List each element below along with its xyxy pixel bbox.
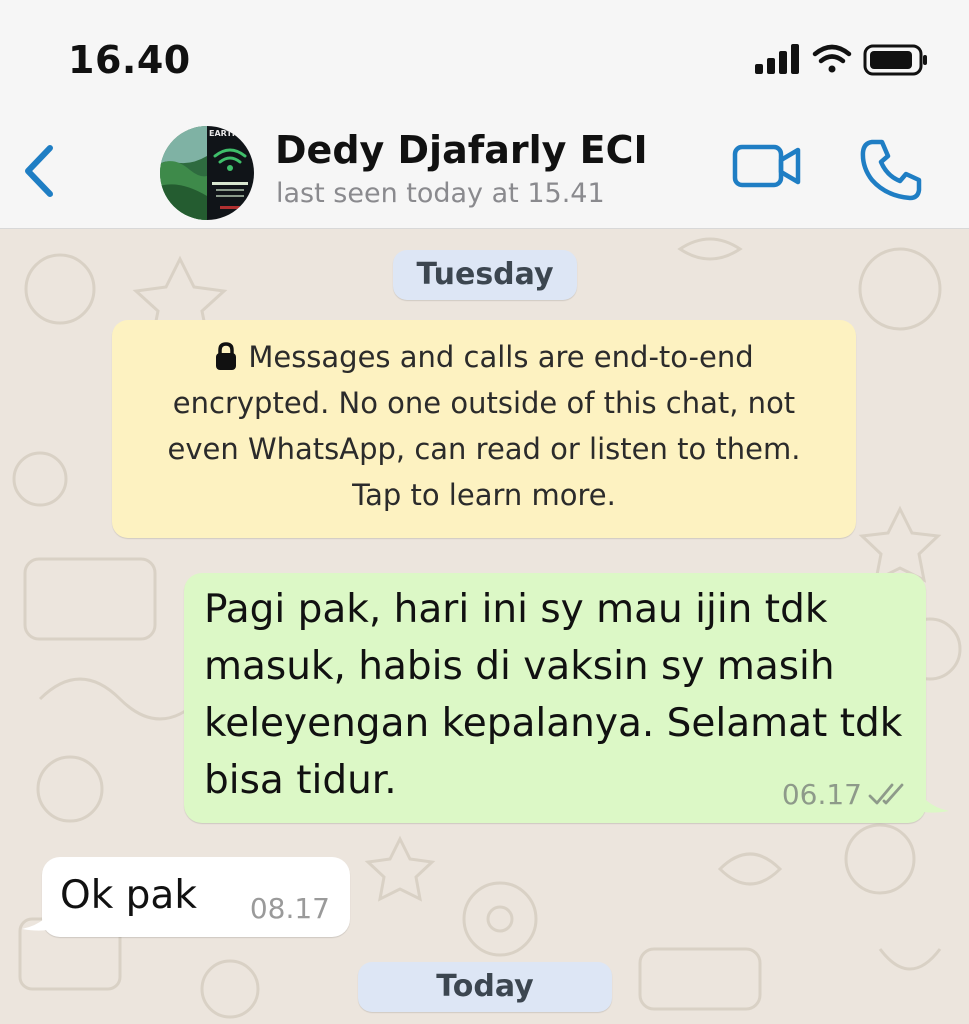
message-text: Pagi pak, hari ini sy mau ijin tdk masuk…	[204, 581, 914, 809]
chat-header: EARTH Dedy Djafarly ECI last seen today …	[0, 110, 969, 229]
encryption-notice-line-4: Tap to learn more.	[352, 478, 616, 512]
signal-bars-icon	[755, 44, 799, 74]
message-line: Pagi pak, hari ini sy mau ijin tdk	[204, 587, 828, 632]
video-call-button[interactable]	[730, 140, 806, 192]
message-time: 06.17	[781, 778, 862, 811]
status-bar: 16.40	[0, 0, 969, 110]
last-seen-status: last seen today at 15.41	[276, 178, 605, 209]
message-bubble-outgoing[interactable]: Pagi pak, hari ini sy mau ijin tdk masuk…	[184, 573, 926, 823]
lock-icon	[216, 342, 237, 370]
message-bubble-incoming[interactable]: Ok pak 08.17	[42, 857, 350, 937]
back-button[interactable]	[18, 140, 62, 200]
double-check-icon	[868, 783, 904, 805]
encryption-notice-line-3: even WhatsApp, can read or listen to the…	[167, 432, 801, 466]
date-separator-today: Today	[358, 962, 612, 1012]
encryption-notice-text-1: Messages and calls are end-to-end	[248, 340, 754, 374]
encryption-notice-line-2: encrypted. No one outside of this chat, …	[172, 386, 796, 420]
message-line: keleyengan kepalanya. Selamat tdk	[204, 701, 903, 746]
chevron-left-icon	[25, 145, 53, 197]
message-text: Ok pak	[60, 873, 197, 918]
avatar-image: EARTH	[160, 126, 254, 220]
avatar[interactable]: EARTH	[160, 126, 254, 220]
video-camera-icon	[732, 144, 801, 188]
battery-icon	[863, 44, 927, 76]
message-time: 08.17	[249, 892, 330, 925]
status-icons	[755, 42, 931, 78]
encryption-notice[interactable]: Messages and calls are end-to-end encryp…	[112, 320, 856, 538]
incoming-bubble-tail	[22, 899, 56, 931]
date-separator-tuesday: Tuesday	[393, 250, 577, 300]
voice-call-button[interactable]	[858, 136, 924, 202]
message-meta: 06.17	[782, 778, 910, 811]
phone-icon	[860, 139, 922, 201]
wifi-icon	[812, 44, 852, 73]
chat-area[interactable]: Tuesday Messages and calls are end-to-en…	[0, 229, 969, 1024]
message-line: masuk, habis di vaksin sy masih	[204, 644, 835, 689]
encryption-notice-line-1: Messages and calls are end-to-end	[112, 334, 856, 380]
outgoing-bubble-tail	[915, 781, 949, 813]
status-time: 16.40	[68, 38, 191, 82]
avatar-caption: EARTH	[209, 129, 239, 138]
contact-name[interactable]: Dedy Djafarly ECI	[275, 128, 648, 172]
